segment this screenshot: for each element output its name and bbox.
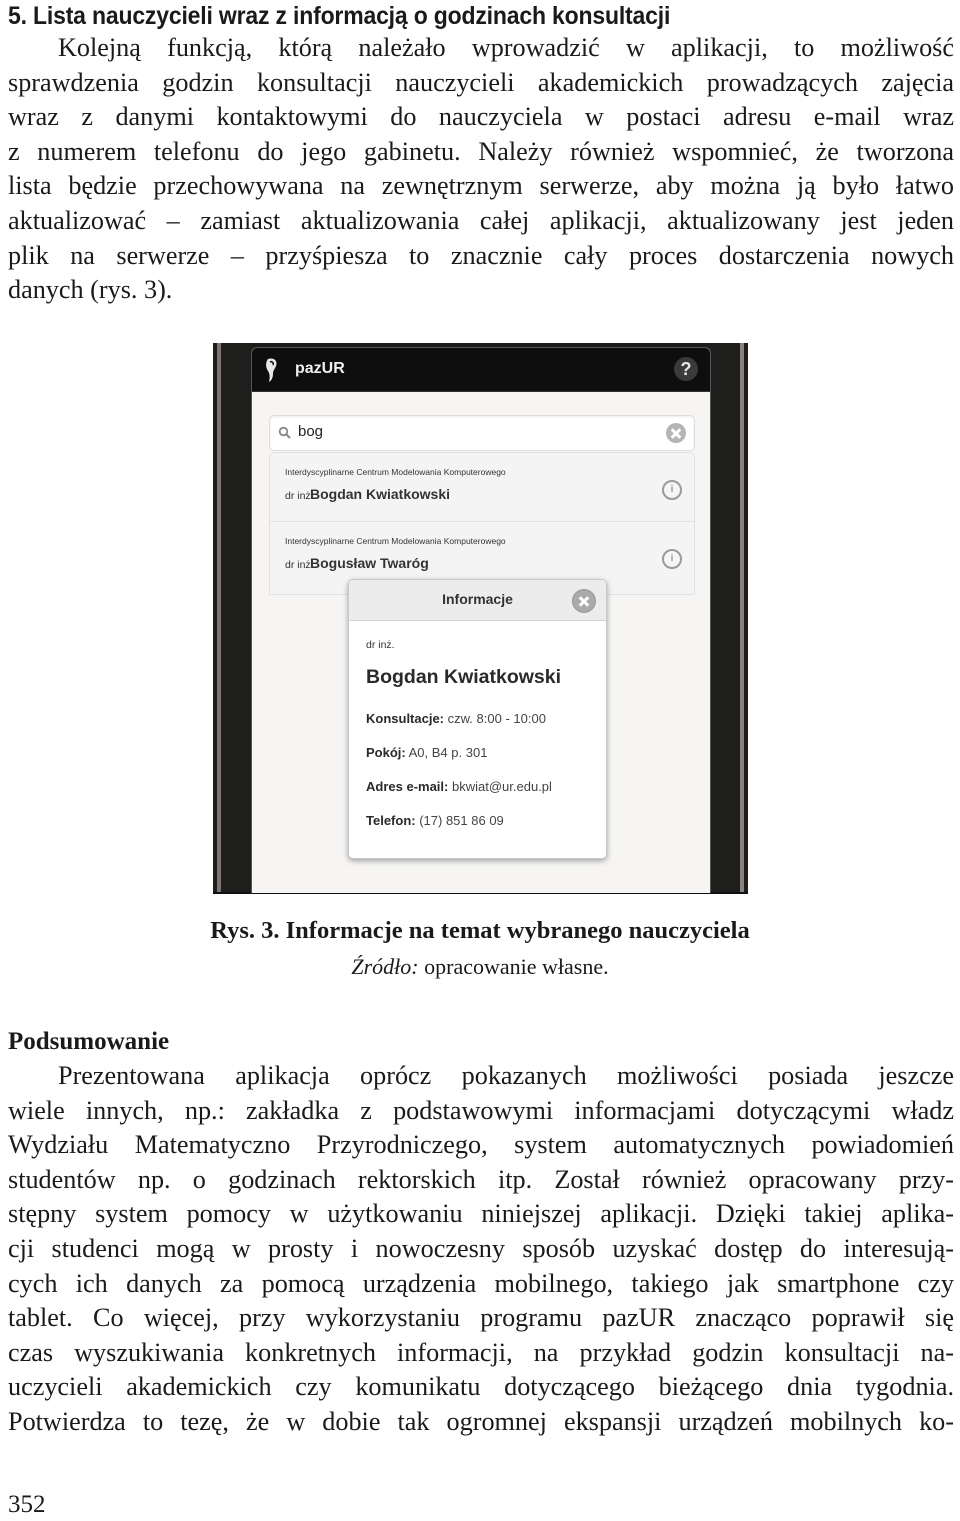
text-line: stępny system pomocy w użytkowaniu ninie… <box>8 1199 954 1229</box>
text-line: lista będzie przechowywana na zewnętrzny… <box>8 171 954 201</box>
info-icon[interactable]: i <box>662 480 682 500</box>
text-line: Prezentowana aplikacja oprócz pokazanych… <box>58 1061 954 1090</box>
section-heading: 5. Lista nauczycieli wraz z informacją o… <box>8 2 671 30</box>
text-line: czas wyszukiwania konkretnych informacji… <box>8 1337 954 1367</box>
text-line: danych (rys. 3). <box>8 275 173 305</box>
row-value: czw. 8:00 - 10:00 <box>447 711 546 726</box>
text-line: sprawdzenia godzin konsultacji nauczycie… <box>8 67 954 97</box>
text-line: tablet. Co więcej, przy wykorzystaniu pr… <box>8 1303 954 1333</box>
result-name: Bogdan Kwiatkowski <box>310 486 451 502</box>
popup-title: Informacje <box>442 591 513 607</box>
text-line: wiele innych, np.: zakładka z podstawowy… <box>8 1095 954 1125</box>
close-icon[interactable] <box>572 589 596 613</box>
row-label: Pokój: <box>366 745 406 760</box>
figure-phone-screenshot: pazUR ? Interdyscyplinarne Centrum Model… <box>213 343 748 894</box>
search-field[interactable] <box>269 415 695 451</box>
paragraph-intro: Kolejną funkcją, którą należało wprowadz… <box>8 31 954 308</box>
row-value[interactable]: bkwiat@ur.edu.pl <box>452 779 552 794</box>
result-department: Interdyscyplinarne Centrum Modelowania K… <box>285 467 506 477</box>
text-line: z numerem telefonu do jego gabinetu. Nal… <box>8 136 954 166</box>
result-list-item[interactable]: Interdyscyplinarne Centrum Modelowania K… <box>269 452 695 522</box>
result-name: Bogusław Twaróg <box>310 555 429 571</box>
phone-row: Telefon: (17) 851 86 09 <box>366 813 504 828</box>
phone-frame-edge <box>740 343 744 892</box>
figure-caption: Rys. 3. Informacje na temat wybranego na… <box>210 917 750 944</box>
page-number: 352 <box>8 1491 46 1518</box>
app-logo-icon <box>266 358 277 382</box>
result-department: Interdyscyplinarne Centrum Modelowania K… <box>285 536 506 546</box>
text-line: uczycieli akademickich czy komunikatu do… <box>8 1372 954 1402</box>
row-label: Konsultacje: <box>366 711 445 726</box>
consultation-row: Konsultacje: czw. 8:00 - 10:00 <box>366 711 546 726</box>
popup-name: Bogdan Kwiatkowski <box>366 666 562 688</box>
phone-frame-edge <box>217 343 221 892</box>
row-value: A0, B4 p. 301 <box>408 745 488 760</box>
text-line: Kolejną funkcją, którą należało wprowadz… <box>58 33 954 62</box>
teacher-info-popup: Informacje dr inż. Bogdan Kwiatkowski Ko… <box>348 579 607 859</box>
source-text: opracowanie własne. <box>418 954 609 979</box>
source-label: Źródło: <box>351 954 419 979</box>
text-line: aktualizować – zamiast aktualizowania ca… <box>8 205 954 235</box>
app-title: pazUR <box>295 360 345 377</box>
text-line: wraz z danymi kontaktowymi do nauczyciel… <box>8 102 954 132</box>
search-input[interactable] <box>296 422 640 441</box>
clear-search-icon[interactable] <box>666 423 686 443</box>
text-line: Potwierdza to tezę, że w dobie tak ogrom… <box>8 1406 954 1436</box>
text-line: Wydziału Matematyczno Przyrodniczego, sy… <box>8 1130 954 1160</box>
app-header: pazUR ? <box>252 348 710 392</box>
row-label: Adres e-mail: <box>366 779 449 794</box>
app-screen: pazUR ? Interdyscyplinarne Centrum Model… <box>251 347 711 893</box>
email-row: Adres e-mail: bkwiat@ur.edu.pl <box>366 779 552 794</box>
room-row: Pokój: A0, B4 p. 301 <box>366 745 487 760</box>
row-value[interactable]: (17) 851 86 09 <box>419 813 504 828</box>
row-label: Telefon: <box>366 813 416 828</box>
text-line: plik na serwerze – przyśpiesza to znaczn… <box>8 240 954 270</box>
help-button[interactable]: ? <box>674 357 698 381</box>
summary-heading: Podsumowanie <box>8 1028 170 1055</box>
popup-degree: dr inż. <box>366 639 395 651</box>
text-line: cych ich danych za pomocą urządzenia mob… <box>8 1268 954 1298</box>
text-line: cji studenci mogą w prosty i nowoczesny … <box>8 1233 954 1263</box>
text-line: studentów np. o godzinach rektorskich it… <box>8 1164 954 1194</box>
info-icon[interactable]: i <box>662 549 682 569</box>
search-icon <box>278 426 291 439</box>
paragraph-summary: Prezentowana aplikacja oprócz pokazanych… <box>8 1059 954 1440</box>
popup-header: Informacje <box>349 580 606 621</box>
figure-source: Źródło: opracowanie własne. <box>0 952 960 982</box>
